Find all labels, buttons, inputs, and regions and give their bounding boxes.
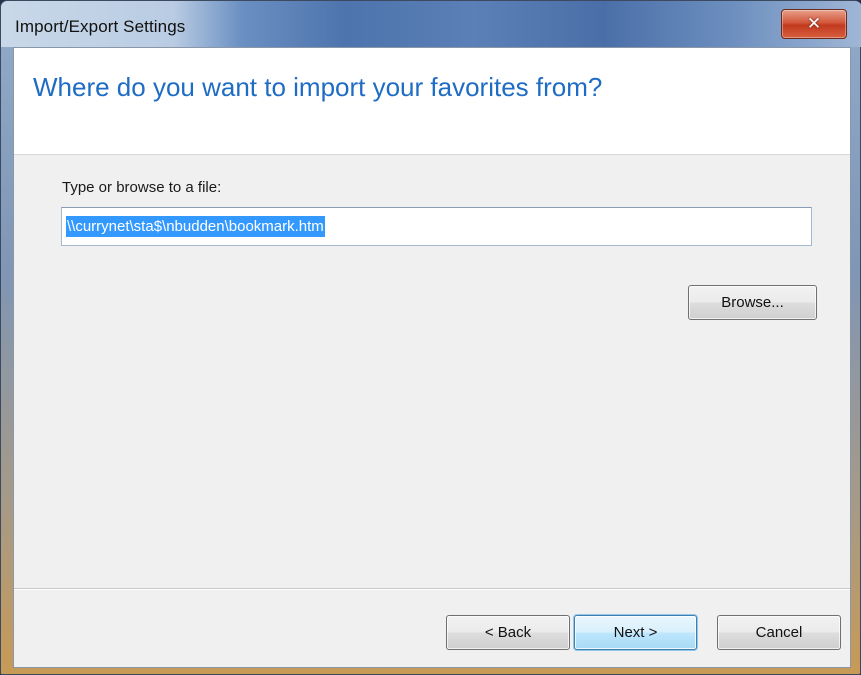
- file-path-input[interactable]: \\currynet\sta$\nbudden\bookmark.htm: [61, 207, 812, 246]
- window-title: Import/Export Settings: [15, 17, 186, 36]
- next-button[interactable]: Next >: [574, 615, 697, 650]
- title-bar[interactable]: Import/Export Settings ✕: [1, 1, 861, 47]
- browse-button[interactable]: Browse...: [688, 285, 817, 320]
- cancel-button[interactable]: Cancel: [717, 615, 841, 650]
- dialog-window: Import/Export Settings ✕ Where do you wa…: [0, 0, 861, 675]
- back-button[interactable]: < Back: [446, 615, 570, 650]
- dialog-body: Where do you want to import your favorit…: [13, 47, 851, 668]
- close-icon: ✕: [806, 13, 822, 34]
- footer-divider: [14, 588, 850, 590]
- wizard-header: Where do you want to import your favorit…: [14, 48, 850, 155]
- file-path-value: \\currynet\sta$\nbudden\bookmark.htm: [66, 216, 325, 237]
- close-button[interactable]: ✕: [781, 9, 847, 39]
- page-title: Where do you want to import your favorit…: [33, 72, 603, 102]
- file-path-label: Type or browse to a file:: [62, 179, 222, 196]
